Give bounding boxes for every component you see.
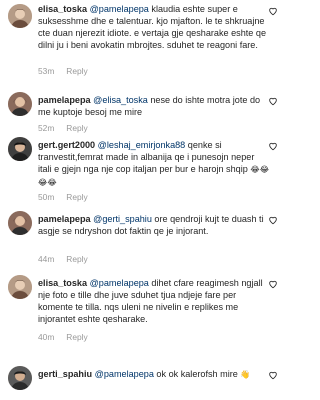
comment-meta: 50m Reply [38, 192, 100, 203]
comment-text: gert.gert2000 @leshaj_emirjonka88 qenke … [38, 139, 270, 189]
waving-hand-emoji: 👋 [240, 370, 251, 379]
comment-username[interactable]: elisa_toska [38, 4, 87, 14]
reply-button[interactable]: Reply [66, 123, 87, 133]
avatar[interactable] [8, 92, 32, 116]
comment-text: elisa_toska @pamelapepa dihet cfare reag… [38, 277, 270, 325]
comment-username[interactable]: pamelapepa [38, 95, 91, 105]
comment-text: pamelapepa @gerti_spahiu ore qendroji ku… [38, 213, 270, 237]
heart-outline-icon[interactable] [268, 6, 278, 16]
comment-mention[interactable]: @leshaj_emirjonka88 [98, 140, 186, 150]
comment-meta: 52m Reply [38, 123, 100, 134]
heart-outline-icon[interactable] [268, 370, 278, 380]
comment-text: pamelapepa @elisa_toska nese do ishte mo… [38, 94, 270, 118]
heart-outline-icon[interactable] [268, 279, 278, 289]
comment-mention[interactable]: @pamelapepa [90, 278, 149, 288]
comment-mention[interactable]: @pamelapepa [90, 4, 149, 14]
comment-time: 53m [38, 66, 55, 76]
comment-meta: 44m Reply [38, 254, 100, 265]
comment-username[interactable]: pamelapepa [38, 214, 91, 224]
comment-time: 50m [38, 192, 55, 202]
comment-text: elisa_toska @pamelapepa klaudia eshte su… [38, 3, 270, 51]
comment-mention[interactable]: @pamelapepa [95, 369, 154, 379]
comment-username[interactable]: gerti_spahiu [38, 369, 92, 379]
comment-time: 40m [38, 332, 55, 342]
heart-outline-icon[interactable] [268, 215, 278, 225]
comment-mention[interactable]: @elisa_toska [93, 95, 148, 105]
comment-username[interactable]: elisa_toska [38, 278, 87, 288]
avatar[interactable] [8, 4, 32, 28]
comment-time: 44m [38, 254, 55, 264]
avatar[interactable] [8, 275, 32, 299]
avatar[interactable] [8, 137, 32, 161]
comment-mention[interactable]: @gerti_spahiu [93, 214, 152, 224]
comment-meta: 53m Reply [38, 66, 100, 77]
comment-body: ok ok kalerofsh mire [153, 369, 238, 379]
avatar[interactable] [8, 211, 32, 235]
reply-button[interactable]: Reply [66, 254, 87, 264]
heart-outline-icon[interactable] [268, 96, 278, 106]
reply-button[interactable]: Reply [66, 332, 87, 342]
comment-text: gerti_spahiu @pamelapepa ok ok kalerofsh… [38, 368, 270, 381]
heart-outline-icon[interactable] [268, 141, 278, 151]
avatar[interactable] [8, 366, 32, 390]
reply-button[interactable]: Reply [66, 192, 87, 202]
comment-username[interactable]: gert.gert2000 [38, 140, 95, 150]
reply-button[interactable]: Reply [66, 66, 87, 76]
comment-meta: 40m Reply [38, 332, 100, 343]
comment-time: 52m [38, 123, 55, 133]
